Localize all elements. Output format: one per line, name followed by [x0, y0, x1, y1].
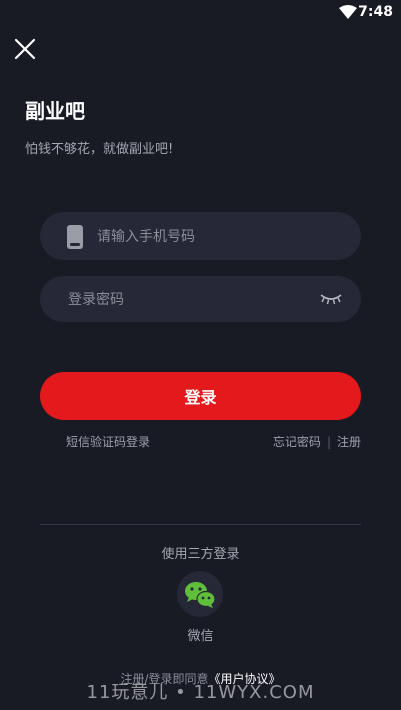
register-link[interactable]: 注册 [337, 435, 361, 449]
wechat-icon [185, 582, 216, 608]
sms-login-link[interactable]: 短信验证码登录 [66, 433, 150, 450]
page-subtitle: 怕钱不够花，就做副业吧! [25, 142, 174, 157]
account-links: 忘记密码 | 注册 [273, 433, 361, 450]
phone-icon [67, 225, 83, 249]
forgot-password-link[interactable]: 忘记密码 [273, 435, 321, 449]
wifi-icon [339, 5, 357, 19]
close-icon[interactable] [12, 36, 38, 62]
wechat-label: 微信 [187, 629, 214, 644]
third-party-login-label: 使用三方登录 [161, 547, 240, 562]
login-button[interactable]: 登录 [40, 372, 361, 420]
password-field[interactable] [40, 276, 361, 324]
divider [40, 524, 361, 525]
phone-input[interactable] [95, 212, 349, 262]
wechat-login-button[interactable] [177, 571, 223, 617]
eye-closed-icon[interactable] [319, 292, 343, 306]
page-title: 副业吧 [25, 99, 85, 123]
link-separator: | [326, 435, 331, 449]
status-time: 7:48 [358, 4, 393, 20]
phone-field[interactable] [40, 212, 361, 262]
password-input[interactable] [66, 276, 330, 324]
watermark: 11玩意儿 • 11WYX.COM [86, 682, 315, 703]
status-bar: 7:48 [0, 0, 401, 26]
